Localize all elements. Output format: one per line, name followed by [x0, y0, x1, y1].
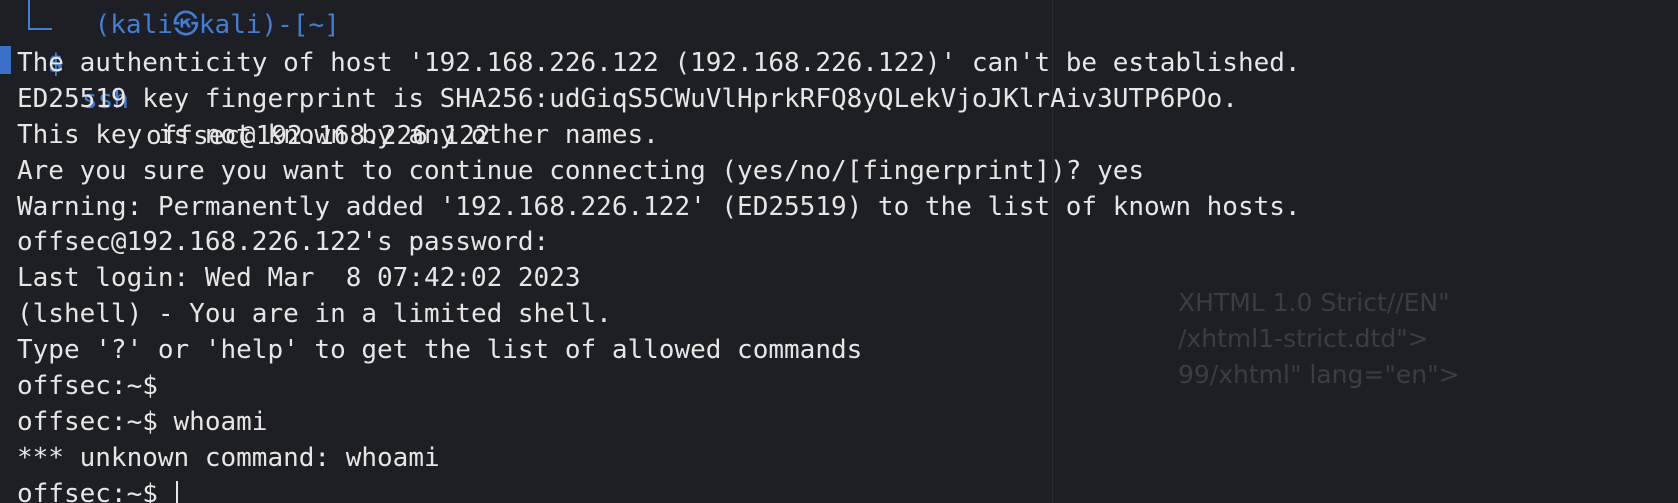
current-prompt: offsec:~$	[17, 478, 174, 503]
prompt-user-host: (kali㉿kali)-[~]	[94, 10, 340, 40]
output-line: ED25519 key fingerprint is SHA256:udGiqS…	[17, 83, 1238, 114]
scroll-marker	[0, 46, 11, 74]
output-line: Warning: Permanently added '192.168.226.…	[17, 191, 1301, 222]
output-line: (lshell) - You are in a limited shell.	[17, 299, 612, 330]
output-line: Are you sure you want to continue connec…	[17, 155, 1145, 186]
output-line: offsec:~$	[17, 371, 174, 402]
output-line: This key is not known by any other names…	[17, 119, 659, 150]
command-line: $ ssh offsec@192.168.226.122	[0, 10, 490, 151]
output-line: *** unknown command: whoami	[17, 442, 440, 473]
output-line: offsec:~$ whoami	[17, 406, 268, 437]
terminal-output: The authenticity of host '192.168.226.12…	[17, 46, 1301, 503]
output-line: Type '?' or 'help' to get the list of al…	[17, 335, 863, 366]
output-line: offsec@192.168.226.122's password:	[17, 227, 565, 258]
output-line: The authenticity of host '192.168.226.12…	[17, 48, 1301, 78]
text-cursor	[175, 481, 178, 503]
terminal-window[interactable]: XHTML 1.0 Strict//EN" /xhtml1-strict.dtd…	[0, 0, 1678, 503]
current-prompt-line[interactable]: offsec:~$	[17, 477, 1301, 503]
output-line: Last login: Wed Mar 8 07:42:02 2023	[17, 263, 581, 294]
